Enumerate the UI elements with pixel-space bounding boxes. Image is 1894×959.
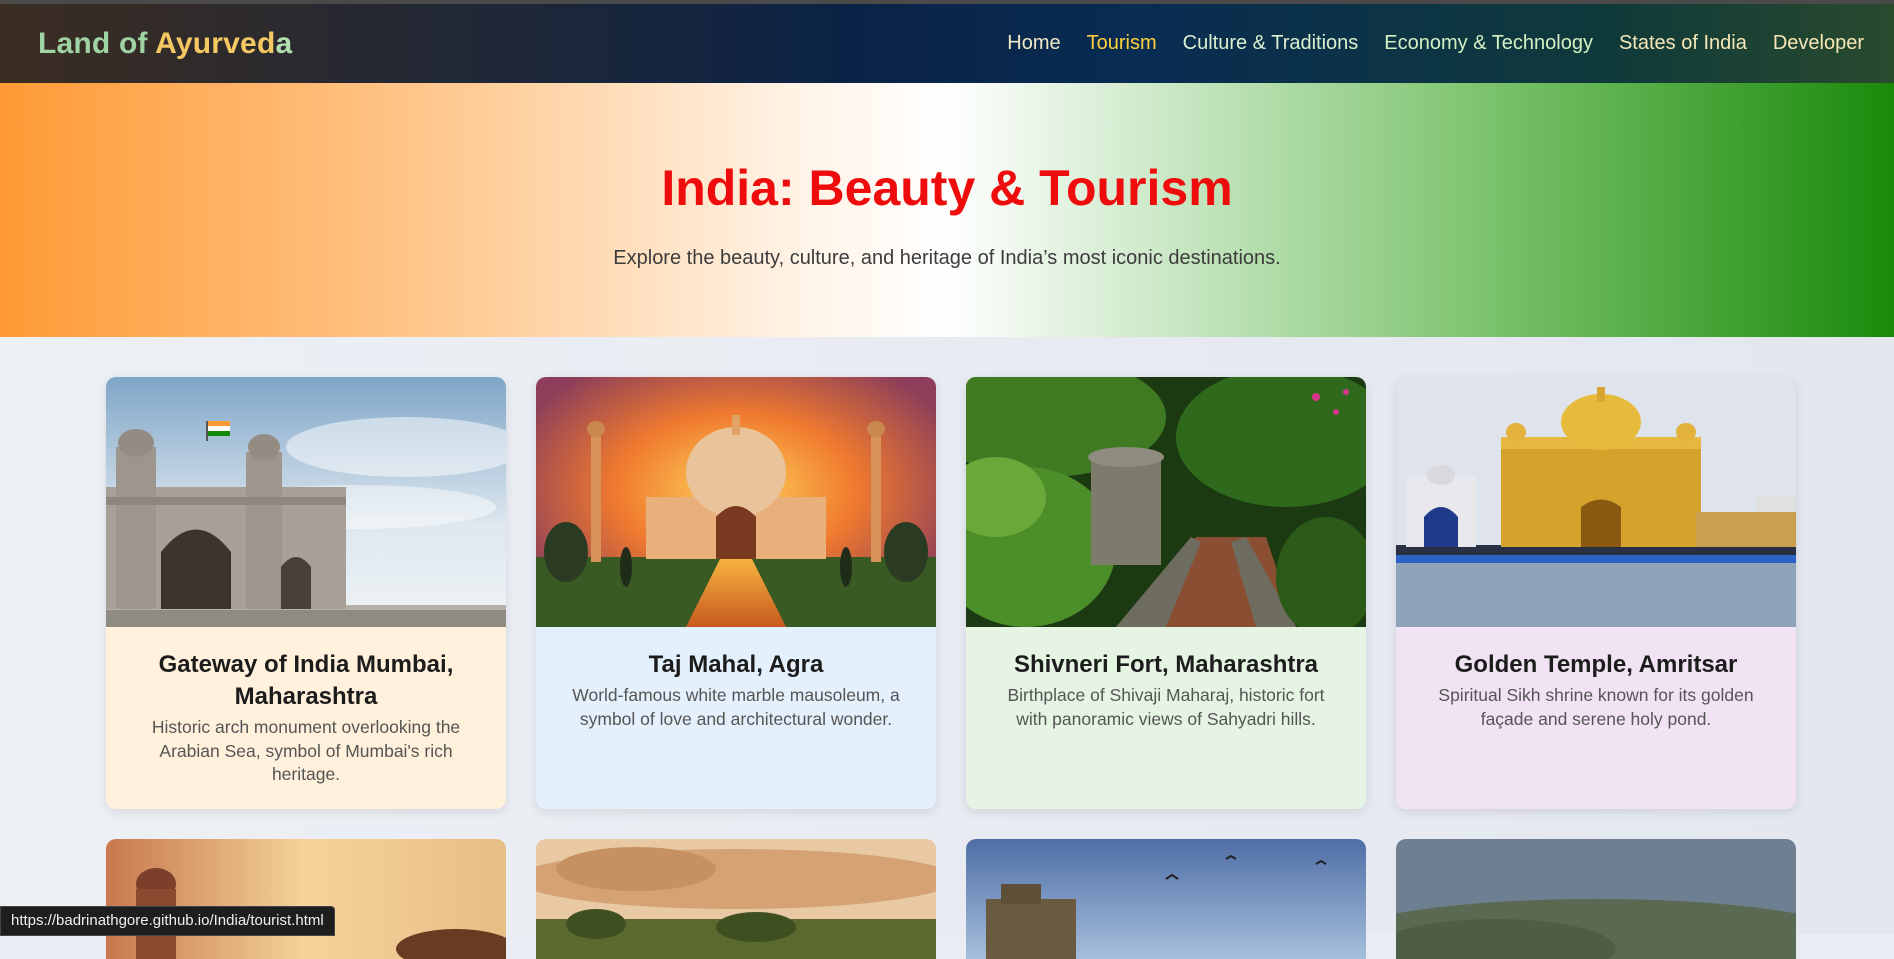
card-description: Birthplace of Shivaji Maharaj, historic … [1007,685,1325,729]
shivneri-fort-image [966,377,1366,627]
main-nav: Home Tourism Culture & Traditions Econom… [1007,32,1864,55]
card-body: Golden Temple, Amritsar Spiritual Sikh s… [1396,627,1796,809]
site-logo[interactable]: Land of Ayurveda [38,27,292,61]
card-description: World-famous white marble mausoleum, a s… [572,685,900,729]
logo-text-ayurved: Ayurved [155,26,276,60]
nav-culture-traditions[interactable]: Culture & Traditions [1183,32,1359,55]
logo-text-a: a [275,26,293,60]
destination-card-row2-2[interactable] [536,839,936,959]
nav-economy-technology[interactable]: Economy & Technology [1384,32,1593,55]
golden-temple-image [1396,377,1796,627]
row2-image-4 [1396,839,1796,959]
card-body: Taj Mahal, Agra World-famous white marbl… [536,627,936,809]
nav-states-of-india[interactable]: States of India [1619,32,1747,55]
destination-card-row2-1[interactable] [106,839,506,959]
destination-card-taj-mahal[interactable]: Taj Mahal, Agra World-famous white marbl… [536,377,936,809]
card-title: Taj Mahal, Agra [648,651,824,678]
card-title: Gateway of India Mumbai, Maharashtra [158,651,454,710]
row2-image-3 [966,839,1366,959]
card-body: Shivneri Fort, Maharashtra Birthplace of… [966,627,1366,809]
destination-card-row2-4[interactable] [1396,839,1796,959]
page-title: India: Beauty & Tourism [661,160,1233,216]
card-body: Gateway of India Mumbai, Maharashtra His… [106,627,506,809]
card-description: Spiritual Sikh shrine known for its gold… [1438,685,1754,729]
browser-status-url: https://badrinathgore.github.io/India/to… [0,906,335,936]
row2-image-1 [106,839,506,959]
destination-card-row2-3[interactable] [966,839,1366,959]
site-navbar: Land of Ayurveda Home Tourism Culture & … [0,4,1894,83]
page-subtitle: Explore the beauty, culture, and heritag… [613,247,1281,269]
gateway-of-india-image [106,377,506,627]
nav-developer[interactable]: Developer [1773,32,1864,55]
destination-card-golden-temple[interactable]: Golden Temple, Amritsar Spiritual Sikh s… [1396,377,1796,809]
destination-card-shivneri-fort[interactable]: Shivneri Fort, Maharashtra Birthplace of… [966,377,1366,809]
row2-image-2 [536,839,936,959]
destinations-grid: Gateway of India Mumbai, Maharashtra His… [0,337,1894,959]
taj-mahal-image [536,377,936,627]
nav-home[interactable]: Home [1007,32,1060,55]
card-description: Historic arch monument overlooking the A… [151,717,461,784]
card-title: Shivneri Fort, Maharashtra [1013,651,1319,678]
hero-banner: India: Beauty & Tourism Explore the beau… [0,83,1894,337]
nav-tourism[interactable]: Tourism [1087,32,1157,55]
destination-card-gateway-of-india[interactable]: Gateway of India Mumbai, Maharashtra His… [106,377,506,809]
card-title: Golden Temple, Amritsar [1454,651,1738,678]
logo-text-land: Land of [38,26,156,60]
